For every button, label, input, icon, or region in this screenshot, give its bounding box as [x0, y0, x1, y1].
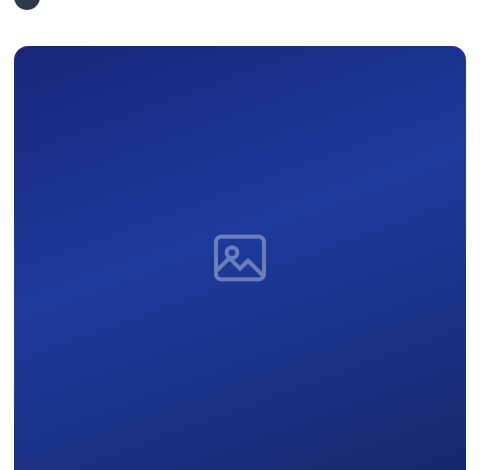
post-header — [14, 0, 48, 10]
image-placeholder — [14, 46, 466, 470]
post-media[interactable] — [14, 46, 466, 470]
avatar[interactable] — [14, 0, 40, 10]
image-icon — [214, 234, 266, 282]
